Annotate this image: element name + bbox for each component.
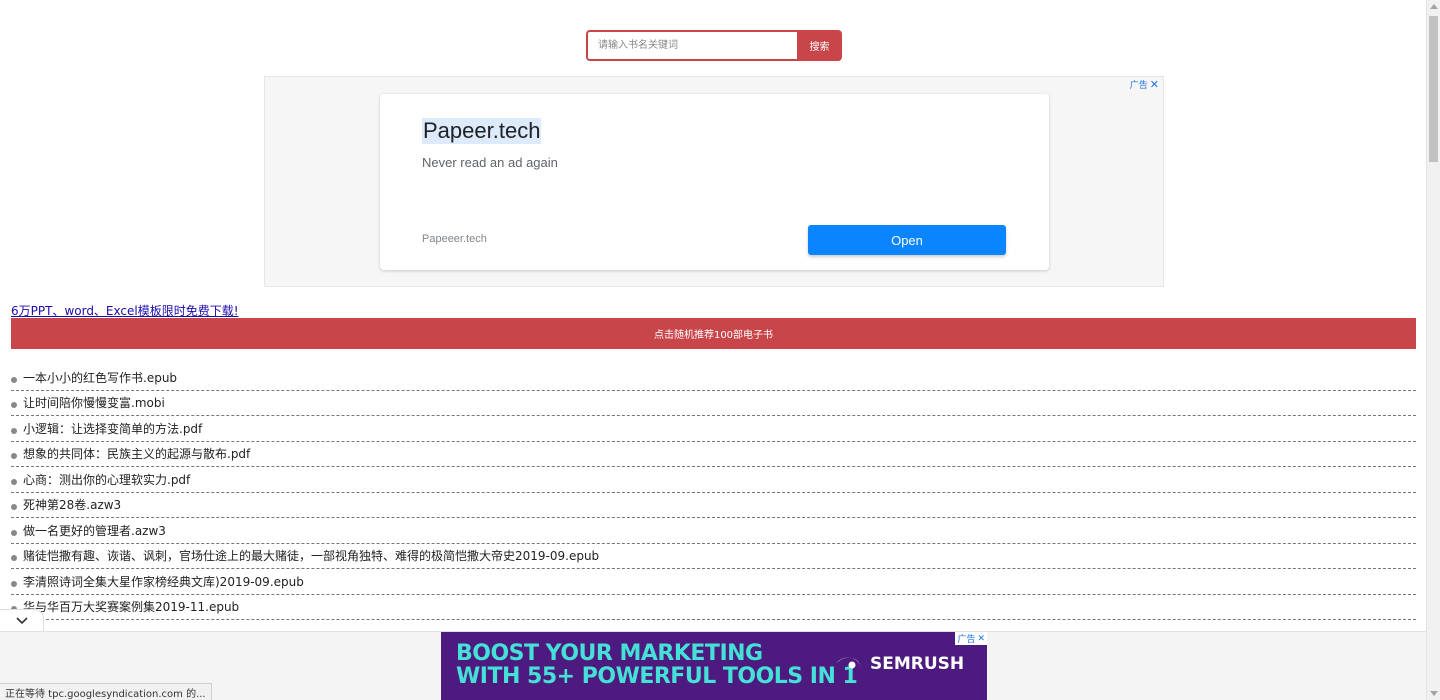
list-item[interactable]: 心商：测出你的心理软实力.pdf [11,467,1416,493]
list-item[interactable]: 赌徒恺撒有趣、诙谐、讽刺，官场仕途上的最大赌徒，一部视角独特、难得的极简恺撒大帝… [11,544,1416,569]
bullet-icon [11,427,17,434]
top-ad-banner[interactable]: 广告 ✕ Papeer.tech Never read an ad again … [264,76,1164,287]
search-button[interactable]: 搜索 [797,30,842,61]
ad-choices-badge[interactable]: 广告 ✕ [955,632,987,645]
ad-title: Papeer.tech [422,118,542,144]
brand-name: SEMRUSH [870,654,965,674]
chevron-down-icon [15,616,28,624]
bullet-icon [11,376,17,383]
bullet-icon [11,453,17,459]
close-icon[interactable]: ✕ [1150,79,1159,90]
list-item[interactable]: 小逻辑：让选择变简单的方法.pdf [11,416,1416,442]
ad-choices-badge[interactable]: 广告 ✕ [1130,78,1159,91]
list-item[interactable]: 李清照诗词全集大星作家榜经典文库)2019-09.epub [11,569,1416,595]
browser-status-bar: 正在等待 tpc.googlesyndication.com 的... [0,683,212,700]
ad-label: 广告 [1129,81,1148,91]
ad-open-button[interactable]: Open [808,225,1006,255]
bullet-icon [11,529,17,536]
semrush-logo: SEMRUSH [834,654,964,674]
close-icon[interactable]: ✕ [977,634,985,644]
ad-label: 广告 [957,635,976,645]
book-list: 一本小小的红色写作书.epub 让时间陪你慢慢变富.mobi 小逻辑：让选择变简… [11,365,1416,620]
book-title[interactable]: 华与华百万大奖赛案例集2019-11.epub [23,598,239,615]
book-title[interactable]: 想象的共同体：民族主义的起源与散布.pdf [23,445,250,462]
bullet-icon [11,504,17,510]
list-item[interactable]: 一本小小的红色写作书.epub [11,365,1416,391]
search-bar: 搜索 [586,30,842,61]
bottom-ad-headline: BOOST YOUR MARKETING WITH 55+ POWERFUL T… [456,641,858,689]
book-title[interactable]: 做一名更好的管理者.azw3 [23,522,166,539]
book-title[interactable]: 让时间陪你慢慢变富.mobi [23,394,165,411]
scroll-up-icon[interactable] [1430,4,1438,9]
book-title[interactable]: 李清照诗词全集大星作家榜经典文库)2019-09.epub [23,573,304,590]
random-recommend-button[interactable]: 点击随机推荐100部电子书 [11,318,1416,349]
list-item[interactable]: 死神第28卷.azw3 [11,493,1416,518]
bullet-icon [11,402,17,408]
list-item[interactable]: 做一名更好的管理者.azw3 [11,518,1416,544]
headline-line-2: WITH 55+ POWERFUL TOOLS IN 1 [456,664,858,689]
book-title[interactable]: 心商：测出你的心理软实力.pdf [23,471,190,488]
search-input[interactable] [586,30,797,61]
bullet-icon [11,478,17,485]
template-download-link[interactable]: 6万PPT、word、Excel模板限时免费下载! [11,302,239,319]
bullet-icon [11,580,17,587]
scroll-down-icon[interactable] [1430,691,1438,696]
bottom-ad-banner[interactable]: BOOST YOUR MARKETING WITH 55+ POWERFUL T… [441,632,987,700]
semrush-flame-icon [836,657,860,670]
ad-card[interactable]: Papeer.tech Never read an ad again Papee… [380,94,1049,270]
headline-line-1: BOOST YOUR MARKETING [456,641,763,666]
list-item[interactable]: 华与华百万大奖赛案例集2019-11.epub [11,595,1416,620]
scrollbar-thumb[interactable] [1429,16,1438,162]
list-item[interactable]: 让时间陪你慢慢变富.mobi [11,391,1416,416]
ad-domain: Papeeer.tech [422,233,487,245]
vertical-scrollbar[interactable] [1426,0,1440,700]
book-title[interactable]: 赌徒恺撒有趣、诙谐、讽刺，官场仕途上的最大赌徒，一部视角独特、难得的极简恺撒大帝… [23,547,599,564]
list-item[interactable]: 想象的共同体：民族主义的起源与散布.pdf [11,442,1416,467]
book-title[interactable]: 一本小小的红色写作书.epub [23,369,177,386]
book-title[interactable]: 死神第28卷.azw3 [23,496,121,513]
collapse-anchor-ad-button[interactable] [0,609,44,631]
ad-subtitle: Never read an ad again [422,155,558,170]
bullet-icon [11,555,17,561]
book-title[interactable]: 小逻辑：让选择变简单的方法.pdf [23,420,202,437]
